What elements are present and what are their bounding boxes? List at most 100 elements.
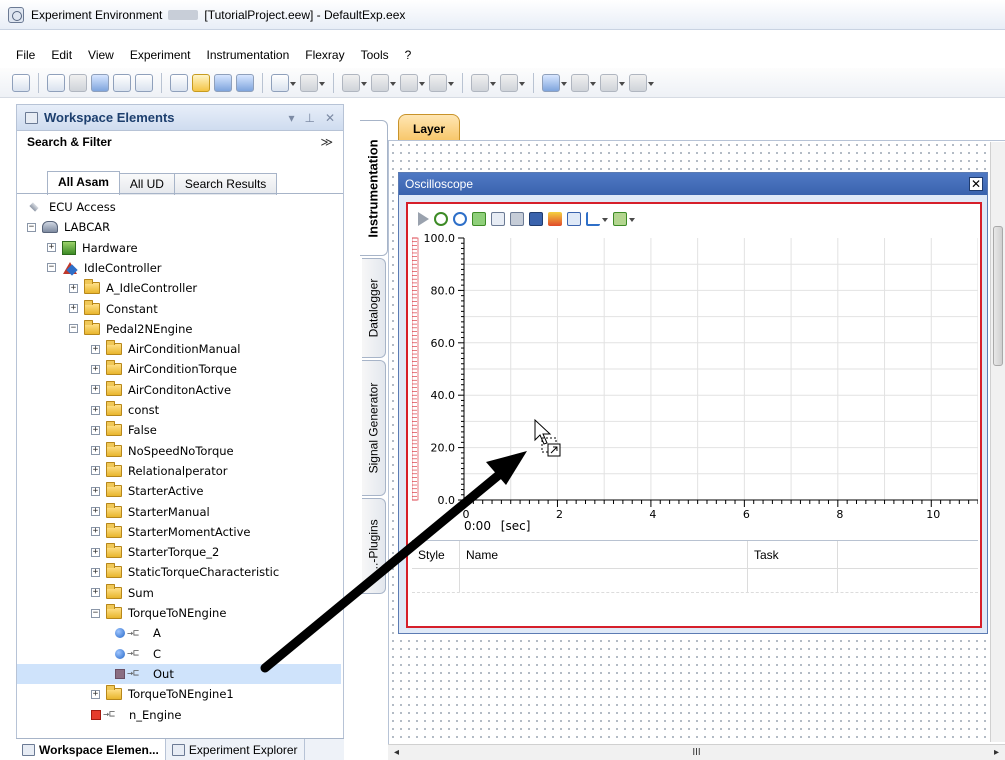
trigger-icon[interactable] [429, 73, 447, 92]
copy-icon[interactable] [491, 212, 505, 226]
legend-icon[interactable] [567, 212, 581, 226]
dropdown-arrow-icon[interactable] [361, 78, 367, 88]
expand-icon[interactable]: + [69, 304, 78, 313]
connect-icon[interactable] [12, 73, 30, 92]
expand-icon[interactable]: + [91, 405, 100, 415]
tree-item[interactable]: + Sum [17, 583, 341, 603]
stop-icon[interactable] [500, 73, 518, 92]
tab-experiment-explorer[interactable]: Experiment Explorer [166, 739, 305, 760]
tab-datalogger[interactable]: Datalogger [362, 258, 386, 358]
tab-all-ud[interactable]: All UD [118, 173, 175, 195]
calibrate-icon[interactable] [371, 73, 389, 92]
tree-item[interactable]: + TorqueToNEngine1 [17, 684, 341, 704]
zoom-in-icon[interactable] [434, 212, 448, 226]
tree-item[interactable]: →⊏ A [17, 623, 341, 643]
play-icon[interactable] [418, 212, 429, 226]
measure-icon[interactable] [342, 73, 360, 92]
menu-help[interactable]: ? [397, 48, 420, 62]
dropdown-arrow-icon[interactable] [590, 78, 596, 88]
column-task[interactable]: Task [748, 541, 838, 568]
expand-icon[interactable]: + [47, 243, 56, 253]
column-name[interactable]: Name [460, 541, 748, 568]
collapse-icon[interactable]: − [69, 324, 78, 334]
dropdown-arrow-icon[interactable] [490, 78, 496, 88]
axis-settings-icon[interactable] [613, 212, 627, 226]
menu-experiment[interactable]: Experiment [122, 48, 199, 62]
scrollbar-grip[interactable]: III [692, 747, 700, 758]
expand-icon[interactable]: + [69, 283, 78, 293]
signal-legend-table[interactable]: Style Name Task [412, 540, 978, 624]
undo-icon[interactable] [271, 73, 289, 92]
expand-icon[interactable]: + [91, 466, 100, 476]
save-all-icon[interactable] [236, 73, 254, 92]
oscilloscope-titlebar[interactable]: Oscilloscope ✕ [399, 173, 987, 195]
tree-item[interactable]: + NoSpeedNoTorque [17, 441, 341, 461]
tab-all-asam[interactable]: All Asam [47, 171, 120, 195]
download-icon[interactable] [542, 73, 560, 92]
collapse-icon[interactable]: − [91, 608, 100, 618]
expand-icon[interactable]: + [91, 567, 100, 577]
tree-item[interactable]: + Relationalperator [17, 461, 341, 481]
close-icon[interactable]: ✕ [325, 111, 335, 125]
expand-icon[interactable]: + [91, 364, 100, 374]
tab-search-results[interactable]: Search Results [173, 173, 278, 195]
scroll-right-icon[interactable]: ▸ [994, 747, 999, 758]
table-row[interactable] [412, 569, 978, 593]
pin-icon[interactable]: ⊥ [304, 111, 314, 125]
trigger-icon[interactable] [548, 212, 562, 226]
tab-workspace-elements[interactable]: Workspace Elemen... [16, 739, 166, 760]
dropdown-arrow-icon[interactable] [390, 78, 396, 88]
dropdown-arrow-icon[interactable] [319, 78, 325, 88]
reset-icon[interactable] [69, 73, 87, 92]
expand-icon[interactable]: + [91, 588, 100, 598]
close-icon[interactable]: ✕ [969, 177, 983, 191]
vertical-scrollbar[interactable] [990, 142, 1005, 742]
new-icon[interactable] [170, 73, 188, 92]
zoom-fit-icon[interactable] [472, 212, 486, 226]
tab-instrumentation[interactable]: Instrumentation [360, 120, 388, 256]
tree-item[interactable]: − TorqueToNEngine [17, 603, 341, 623]
tree-item[interactable]: + StarterTorque_2 [17, 542, 341, 562]
hierarchy-icon[interactable] [113, 73, 131, 92]
menu-flexray[interactable]: Flexray [297, 48, 352, 62]
expand-icon[interactable]: + [91, 385, 100, 395]
dropdown-arrow-icon[interactable] [648, 78, 654, 88]
workspace-icon[interactable] [91, 73, 109, 92]
column-style[interactable]: Style [412, 541, 460, 568]
tree-item[interactable]: + StarterMomentActive [17, 522, 341, 542]
dropdown-arrow-icon[interactable] [561, 78, 567, 88]
menu-instrumentation[interactable]: Instrumentation [199, 48, 298, 62]
expand-icon[interactable]: + [91, 507, 100, 516]
save-icon[interactable] [214, 73, 232, 92]
expand-icon[interactable]: + [91, 446, 100, 456]
tree-item[interactable]: + False [17, 420, 341, 440]
tab-signal-generator[interactable]: Signal Generator [362, 360, 386, 496]
open-icon[interactable] [192, 73, 210, 92]
collapse-icon[interactable]: − [27, 222, 36, 232]
disconnect-icon[interactable] [47, 73, 65, 92]
tree-item[interactable]: − LABCAR [17, 217, 341, 237]
expand-icon[interactable]: + [91, 527, 100, 537]
oscilloscope-window[interactable]: Oscilloscope ✕ 0.0 20.0 40.0 60.0 80.0 100.0 0… [398, 172, 988, 634]
tree-item[interactable]: + AirConditionTorque [17, 359, 341, 379]
dropdown-arrow-icon[interactable] [419, 78, 425, 88]
tree-item[interactable]: →⊏ Out [17, 663, 341, 684]
redo-icon[interactable] [300, 73, 318, 92]
window-list-icon[interactable] [600, 73, 618, 92]
search-filter-header[interactable]: Search & Filter ≫ [17, 131, 343, 153]
tools-icon[interactable] [629, 73, 647, 92]
tree-item[interactable]: − Pedal2NEngine [17, 319, 341, 339]
layout-icon[interactable] [135, 73, 153, 92]
tab-layer[interactable]: Layer [398, 114, 460, 142]
oscilloscope-chart[interactable]: 0.020.040.060.080.0100.00 2 4 6 8 10 [411, 232, 979, 536]
panel-menu-icon[interactable]: ▾ [288, 111, 294, 125]
collapse-chevron-icon[interactable]: ≫ [320, 135, 333, 149]
tree-item[interactable]: →⊏ n_Engine [17, 705, 341, 724]
expand-icon[interactable]: + [91, 425, 100, 435]
scrollbar-thumb[interactable] [993, 226, 1003, 366]
dropdown-arrow-icon[interactable] [602, 214, 608, 224]
tree-item[interactable]: − IdleController [17, 258, 341, 278]
expand-icon[interactable]: + [91, 344, 100, 354]
expand-icon[interactable]: + [91, 689, 100, 699]
tree-item[interactable]: + AirConditonActive [17, 380, 341, 400]
